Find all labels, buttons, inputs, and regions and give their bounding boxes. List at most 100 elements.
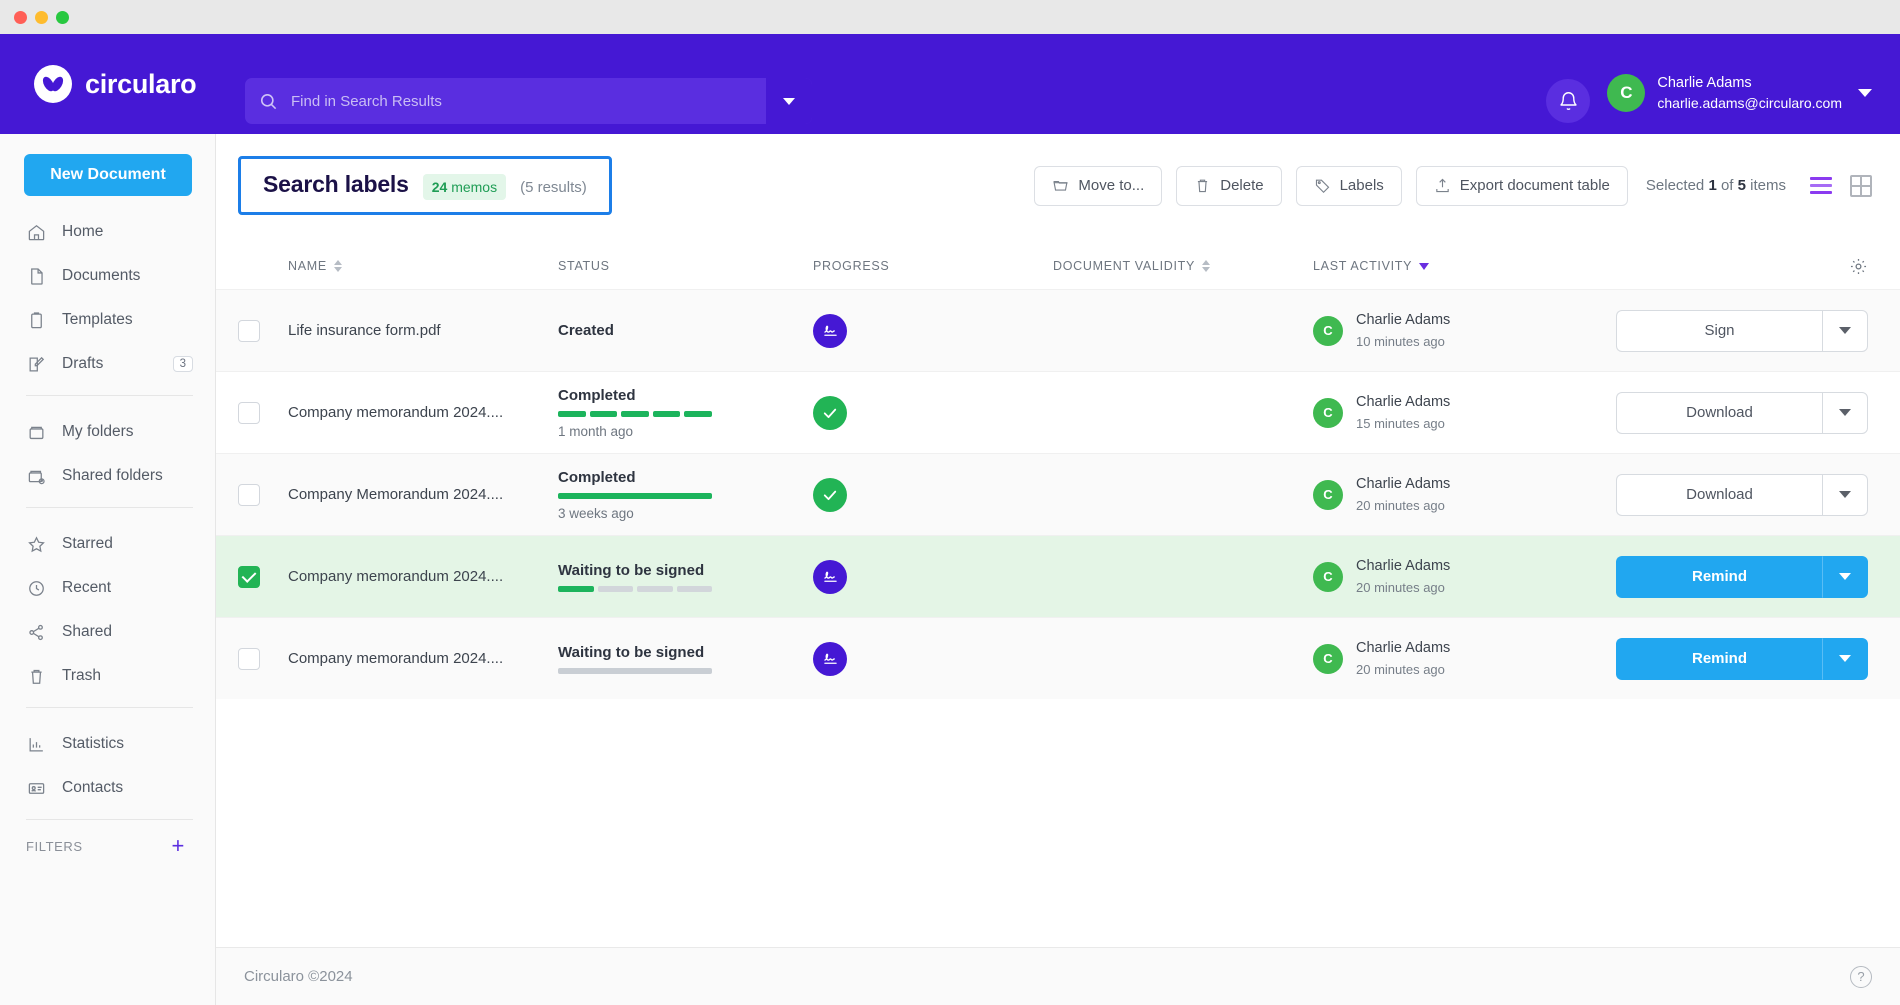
- row-action-dropdown[interactable]: [1822, 392, 1868, 434]
- status-label: Waiting to be signed: [558, 644, 813, 661]
- search-input[interactable]: [291, 93, 766, 110]
- document-progress-cell: [813, 560, 1053, 594]
- sidebar-item-home[interactable]: Home: [0, 210, 215, 254]
- bar-chart-icon: [26, 734, 46, 754]
- sidebar-item-documents[interactable]: Documents: [0, 254, 215, 298]
- row-action-button[interactable]: Download: [1616, 392, 1822, 434]
- delete-button[interactable]: Delete: [1176, 166, 1281, 206]
- row-action-button[interactable]: Download: [1616, 474, 1822, 516]
- new-document-button[interactable]: New Document: [24, 154, 192, 196]
- row-action-split-button[interactable]: Download: [1616, 392, 1868, 434]
- row-action-dropdown[interactable]: [1822, 474, 1868, 516]
- row-action-dropdown[interactable]: [1822, 556, 1868, 598]
- column-label: STATUS: [558, 259, 610, 273]
- home-icon: [26, 222, 46, 242]
- status-label: Waiting to be signed: [558, 562, 813, 579]
- table-row[interactable]: Company Memorandum 2024.... Completed 3 …: [216, 453, 1900, 535]
- share-nodes-icon: [26, 622, 46, 642]
- sidebar-item-trash[interactable]: Trash: [0, 654, 215, 698]
- activity-user-name: Charlie Adams: [1356, 476, 1450, 492]
- sidebar-item-recent[interactable]: Recent: [0, 566, 215, 610]
- brand-logo[interactable]: circularo: [0, 65, 216, 103]
- gear-icon[interactable]: [1849, 257, 1868, 276]
- table-row-selected[interactable]: Company memorandum 2024.... Waiting to b…: [216, 535, 1900, 617]
- progress-bar: [558, 668, 712, 674]
- row-action-split-button[interactable]: Download: [1616, 474, 1868, 516]
- status-label: Completed: [558, 387, 813, 404]
- last-activity-cell: C Charlie Adams 15 minutes ago: [1313, 391, 1613, 434]
- folder-icon: [26, 422, 46, 442]
- row-action-dropdown[interactable]: [1822, 310, 1868, 352]
- search-filter-dropdown[interactable]: [766, 78, 812, 124]
- list-view-icon[interactable]: [1810, 177, 1832, 194]
- row-action-button[interactable]: Remind: [1616, 556, 1822, 598]
- sidebar-item-starred[interactable]: Starred: [0, 522, 215, 566]
- table-row[interactable]: Life insurance form.pdf Created: [216, 289, 1900, 371]
- document-name-cell[interactable]: Company Memorandum 2024....: [288, 486, 558, 504]
- sidebar-item-templates[interactable]: Templates: [0, 298, 215, 342]
- move-to-button[interactable]: Move to...: [1034, 166, 1162, 206]
- window-maximize-button[interactable]: [56, 11, 69, 24]
- row-checkbox[interactable]: [238, 320, 260, 342]
- document-name-cell[interactable]: Company memorandum 2024....: [288, 568, 558, 586]
- row-action-split-button[interactable]: Remind: [1616, 638, 1868, 680]
- row-action-button[interactable]: Sign: [1616, 310, 1822, 352]
- sidebar-item-contacts[interactable]: Contacts: [0, 766, 215, 810]
- column-header-name[interactable]: NAME: [288, 259, 558, 273]
- sidebar-item-statistics[interactable]: Statistics: [0, 722, 215, 766]
- sidebar-item-shared[interactable]: Shared: [0, 610, 215, 654]
- window-minimize-button[interactable]: [35, 11, 48, 24]
- notifications-button[interactable]: [1546, 79, 1590, 123]
- table-row[interactable]: Company memorandum 2024.... Waiting to b…: [216, 617, 1900, 699]
- page-header: Search labels 24 memos (5 results): [216, 134, 1900, 215]
- document-name: Life insurance form.pdf: [288, 322, 441, 339]
- search-bar[interactable]: [245, 78, 812, 124]
- document-name-cell[interactable]: Life insurance form.pdf: [288, 322, 558, 340]
- row-checkbox[interactable]: [238, 648, 260, 670]
- page-title: Search labels: [263, 171, 409, 198]
- window-close-button[interactable]: [14, 11, 27, 24]
- chevron-down-icon[interactable]: [1858, 89, 1872, 97]
- column-header-last-activity[interactable]: LAST ACTIVITY: [1313, 259, 1613, 273]
- sort-icon-active[interactable]: [1419, 263, 1429, 270]
- row-action-button[interactable]: Remind: [1616, 638, 1822, 680]
- document-name-cell[interactable]: Company memorandum 2024....: [288, 650, 558, 668]
- column-label: PROGRESS: [813, 259, 889, 273]
- star-icon: [26, 534, 46, 554]
- app-header: circularo C Charlie Adams charlie.adams@…: [0, 34, 1900, 134]
- column-header-status[interactable]: STATUS: [558, 259, 813, 273]
- row-checkbox[interactable]: [238, 484, 260, 506]
- sidebar-item-my-folders[interactable]: My folders: [0, 410, 215, 454]
- sort-icon[interactable]: [1202, 260, 1210, 272]
- grid-view-icon[interactable]: [1850, 175, 1872, 197]
- column-header-progress[interactable]: PROGRESS: [813, 259, 1053, 273]
- sidebar-nav-folders: My folders Shared folders: [0, 410, 215, 498]
- export-document-table-button[interactable]: Export document table: [1416, 166, 1628, 206]
- plus-icon[interactable]: +: [172, 835, 185, 857]
- labels-button[interactable]: Labels: [1296, 166, 1402, 206]
- row-checkbox-cell: [238, 566, 288, 588]
- avatar: C: [1313, 398, 1343, 428]
- document-name-cell[interactable]: Company memorandum 2024....: [288, 404, 558, 422]
- question-mark-icon[interactable]: ?: [1850, 966, 1872, 988]
- selection-mid: of: [1721, 177, 1734, 194]
- document-name: Company memorandum 2024....: [288, 650, 503, 667]
- row-action-split-button[interactable]: Sign: [1616, 310, 1868, 352]
- row-checkbox-cell: [238, 402, 288, 424]
- upload-icon: [1434, 177, 1451, 194]
- row-checkbox[interactable]: [238, 402, 260, 424]
- sort-icon[interactable]: [334, 260, 342, 272]
- last-activity-cell: C Charlie Adams 20 minutes ago: [1313, 555, 1613, 598]
- button-label: Move to...: [1078, 177, 1144, 194]
- sidebar-item-shared-folders[interactable]: Shared folders: [0, 454, 215, 498]
- row-action-split-button[interactable]: Remind: [1616, 556, 1868, 598]
- row-action-dropdown[interactable]: [1822, 638, 1868, 680]
- sidebar-item-drafts[interactable]: Drafts 3: [0, 342, 215, 386]
- user-menu[interactable]: C Charlie Adams charlie.adams@circularo.…: [1607, 74, 1872, 112]
- row-checkbox[interactable]: [238, 566, 260, 588]
- column-header-document-validity[interactable]: DOCUMENT VALIDITY: [1053, 259, 1313, 273]
- document-name: Company memorandum 2024....: [288, 404, 503, 421]
- table-row[interactable]: Company memorandum 2024.... Completed 1 …: [216, 371, 1900, 453]
- app-footer: Circularo ©2024 ?: [216, 947, 1900, 1005]
- sidebar-item-label: Home: [62, 223, 193, 241]
